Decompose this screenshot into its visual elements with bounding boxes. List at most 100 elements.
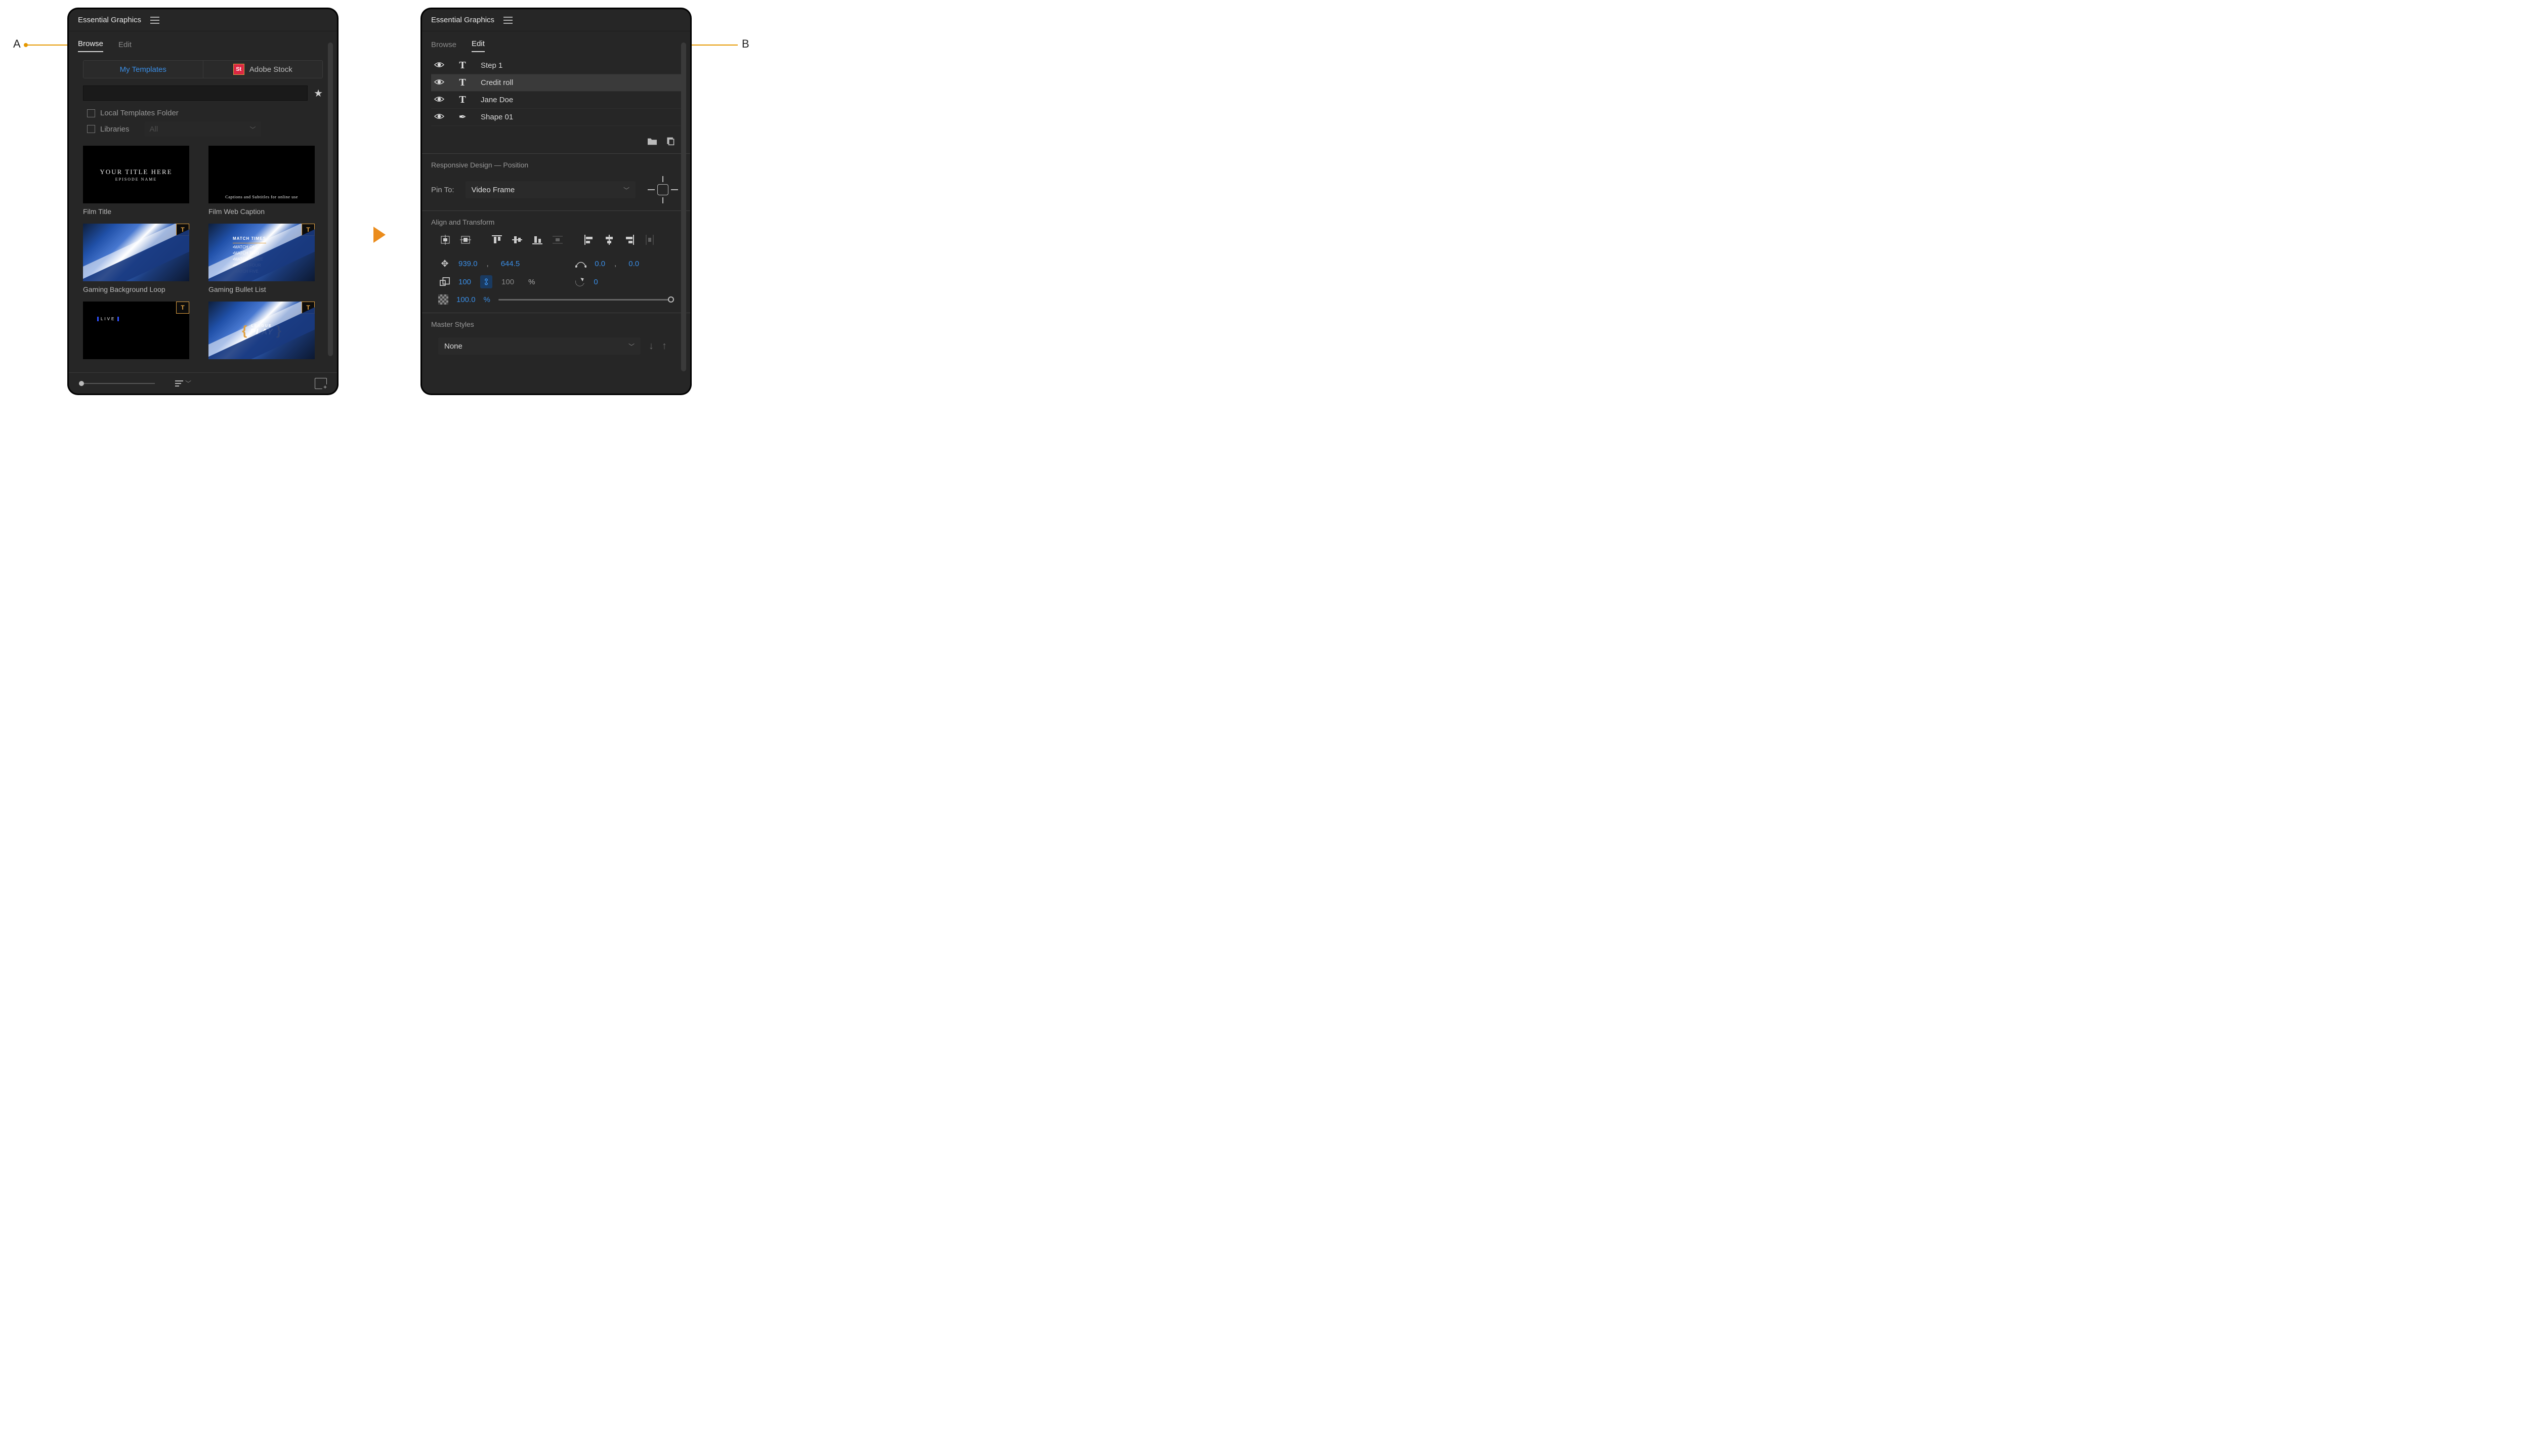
section-master-styles: Master Styles None ﹀ ↓ ↑ [422,313,690,364]
template-thumbnail: Captions and Subtitles for online use [208,146,315,203]
align-right-icon[interactable] [622,233,637,246]
position-icon: ✥ [438,259,451,269]
tabs: Browse Edit [422,31,690,57]
thumb-text: EPISODE NAME [115,177,157,182]
section-title: Align and Transform [431,218,681,226]
opacity-value[interactable]: 100.0 [456,295,476,304]
essential-graphics-panel-browse: Essential Graphics Browse Edit My Templa… [69,9,337,394]
segment-my-templates[interactable]: My Templates [83,61,203,78]
layer-name: Shape 01 [481,113,513,121]
template-thumbnail: YOUR TITLE HERE EPISODE NAME [83,146,189,203]
new-group-icon[interactable] [647,136,658,146]
align-hcenter-icon[interactable] [602,233,616,246]
opacity-icon [438,294,448,305]
anchor-x[interactable]: 0.0 [595,260,605,268]
pin-widget[interactable] [647,176,679,203]
scrollbar[interactable] [328,42,333,356]
align-top-icon[interactable] [490,233,504,246]
adobe-stock-badge-icon: St [233,64,244,75]
search-row: ★ [83,85,323,101]
align-bottom-icon[interactable] [530,233,544,246]
template-card[interactable]: T { LEAGUE PLAY } [208,302,315,359]
master-style-dropdown[interactable]: None ﹀ [438,337,641,355]
new-layer-icon[interactable] [665,136,676,146]
tab-browse[interactable]: Browse [78,39,103,52]
position-y[interactable]: 644.5 [501,260,520,268]
align-vcenter-parent-icon[interactable] [458,233,473,246]
anchor-point-icon [574,260,587,268]
template-thumbnail: T { LEAGUE PLAY } [208,302,315,359]
mogrt-badge-icon: T [176,224,189,236]
search-input[interactable] [83,85,308,101]
tab-edit[interactable]: Edit [118,40,132,52]
filter-libraries-label: Libraries [100,125,130,134]
template-label: Gaming Background Loop [83,285,189,293]
align-vcenter-icon[interactable] [510,233,524,246]
filter-local-templates[interactable]: Local Templates Folder [69,107,337,119]
layer-row[interactable]: T Jane Doe [431,92,681,109]
section-align-transform: Align and Transform ✥ 939.0, 644.5 [422,210,690,313]
anchor-y[interactable]: 0.0 [628,260,639,268]
template-card[interactable]: T MATCH TIMES •MATCH ONE •MATCH TWO •MAT… [208,224,315,293]
visibility-eye-icon[interactable] [434,78,444,88]
distribute-h-icon[interactable] [643,233,657,246]
opacity-row: 100.0 % [431,291,681,306]
mogrt-badge-icon: T [302,224,315,236]
shape-layer-icon: ✒ [453,112,472,122]
template-label: Gaming Bullet List [208,285,315,293]
text-layer-icon: T [453,60,472,71]
pin-to-value: Video Frame [472,186,515,194]
chevron-down-icon: ﹀ [623,186,629,194]
push-style-down-icon[interactable]: ↓ [649,340,654,352]
tab-browse[interactable]: Browse [431,40,456,52]
bracket-right-icon: } [276,323,281,338]
panel-title: Essential Graphics [431,16,494,24]
template-grid: YOUR TITLE HERE EPISODE NAME Film Title … [69,139,337,376]
segment-adobe-stock-label: Adobe Stock [249,65,292,74]
opacity-unit: % [484,295,490,304]
checkbox-icon [87,109,95,117]
push-style-up-icon[interactable]: ↑ [662,340,667,352]
template-source-segment: My Templates St Adobe Stock [83,60,323,78]
panel-menu-icon[interactable] [503,17,513,24]
mogrt-badge-icon: T [176,302,189,314]
scale-w[interactable]: 100 [458,278,471,286]
visibility-eye-icon[interactable] [434,61,444,70]
libraries-dropdown: All ﹀ [145,121,261,137]
pin-to-dropdown[interactable]: Video Frame ﹀ [466,181,636,198]
layer-actions [422,126,690,153]
distribute-v-icon[interactable] [551,233,565,246]
rotation-icon [573,277,586,286]
checkbox-icon [87,125,95,133]
new-item-icon[interactable] [315,378,327,389]
layer-row[interactable]: T Step 1 [431,57,681,74]
template-card[interactable]: Captions and Subtitles for online use Fi… [208,146,315,216]
position-x[interactable]: 939.0 [458,260,478,268]
section-title: Master Styles [431,320,681,328]
segment-adobe-stock[interactable]: St Adobe Stock [203,61,323,78]
constrain-proportions-icon[interactable] [480,275,492,288]
template-card[interactable]: T LIVE [83,302,189,359]
layer-row[interactable]: T Credit roll [431,74,681,92]
align-hcenter-parent-icon[interactable] [438,233,452,246]
template-thumbnail: T MATCH TIMES •MATCH ONE •MATCH TWO •MAT… [208,224,315,281]
template-card[interactable]: YOUR TITLE HERE EPISODE NAME Film Title [83,146,189,216]
visibility-eye-icon[interactable] [434,113,444,122]
template-card[interactable]: T Gaming Background Loop [83,224,189,293]
align-left-icon[interactable] [582,233,596,246]
scrollbar[interactable] [681,42,686,371]
filter-libraries[interactable]: Libraries All ﹀ [69,119,337,139]
panel-menu-icon[interactable] [150,17,159,24]
favorites-star-icon[interactable]: ★ [314,87,323,100]
rotation-value[interactable]: 0 [594,278,598,286]
layer-name: Credit roll [481,78,513,87]
opacity-slider[interactable] [498,299,674,301]
visibility-eye-icon[interactable] [434,96,444,105]
tab-edit[interactable]: Edit [472,39,485,52]
sort-menu-icon[interactable]: ﹀ [175,379,191,388]
arrow-right-icon [373,227,386,243]
zoom-slider[interactable] [79,383,155,384]
essential-graphics-panel-edit: Essential Graphics Browse Edit T Step 1 … [422,9,690,394]
text-layer-icon: T [453,77,472,89]
layer-row[interactable]: ✒ Shape 01 [431,109,681,126]
